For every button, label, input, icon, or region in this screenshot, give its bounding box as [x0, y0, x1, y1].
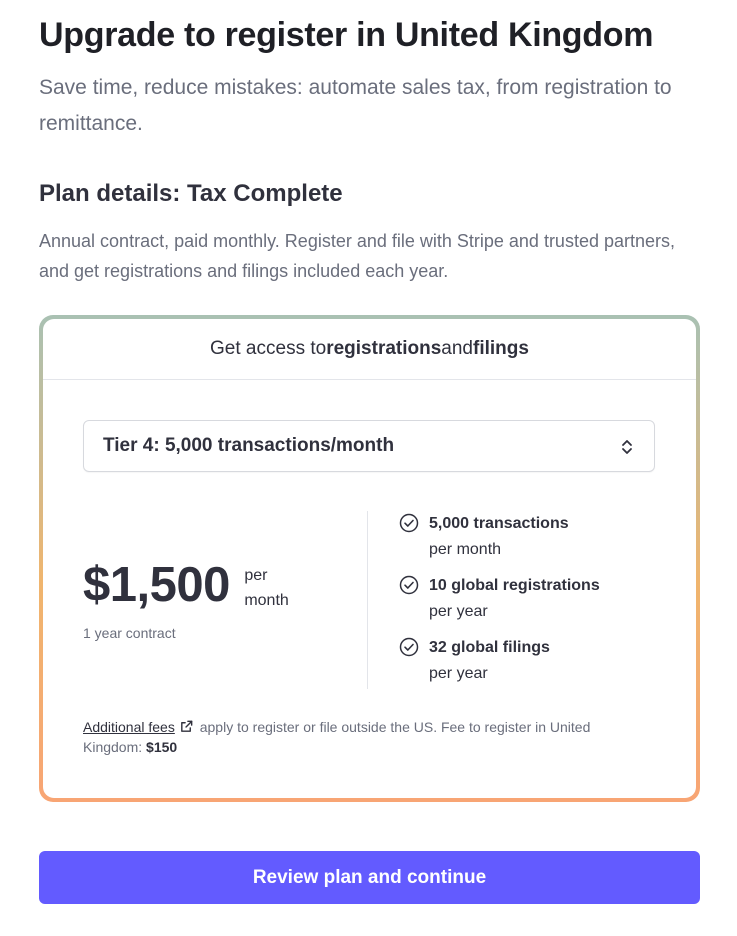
feature-sub: per year: [429, 665, 488, 682]
check-circle-icon: [399, 575, 419, 595]
price-block: $1,500 per month: [83, 557, 289, 613]
price-period-month: month: [244, 592, 289, 609]
check-circle-icon: [399, 637, 419, 657]
contract-term: 1 year contract: [83, 625, 176, 641]
feature-main: 10 global registrations: [429, 577, 600, 594]
page-title: Upgrade to register in United Kingdom: [39, 16, 654, 54]
tier-select[interactable]: Tier 4: 5,000 transactions/month: [83, 420, 655, 472]
additional-fees-link[interactable]: Additional fees: [83, 719, 175, 735]
additional-fees-note: Additional fees apply to register or fil…: [83, 717, 643, 757]
review-plan-button[interactable]: Review plan and continue: [39, 851, 700, 904]
plan-card: Get access to registrations and filings …: [39, 315, 700, 802]
plan-card-body: Get access to registrations and filings …: [43, 319, 696, 798]
price-amount: $1,500: [83, 558, 230, 612]
feature-main: 5,000 transactions: [429, 515, 569, 532]
plan-title: Plan details: Tax Complete: [39, 180, 343, 207]
card-header: Get access to registrations and filings: [43, 319, 696, 380]
card-header-filings: filings: [473, 338, 529, 359]
plan-description: Annual contract, paid monthly. Register …: [39, 231, 676, 281]
feature-item: 5,000 transactions per month: [399, 511, 649, 563]
vertical-divider: [367, 511, 368, 689]
card-header-and: and: [441, 338, 473, 359]
feature-main: 32 global filings: [429, 639, 550, 656]
chevron-up-down-icon: [622, 440, 632, 454]
fees-amount: $150: [146, 739, 178, 755]
tier-select-value: Tier 4: 5,000 transactions/month: [103, 435, 395, 456]
card-header-prefix: Get access to: [210, 338, 327, 359]
feature-item: 32 global filings per year: [399, 635, 649, 687]
card-header-registrations: registrations: [326, 338, 442, 359]
price-period-per: per: [244, 567, 268, 584]
feature-list: 5,000 transactions per month 10 global r…: [399, 511, 649, 697]
feature-item: 10 global registrations per year: [399, 573, 649, 625]
feature-sub: per year: [429, 603, 488, 620]
external-link-icon[interactable]: [179, 719, 194, 734]
page-subtitle: Save time, reduce mistakes: automate sal…: [39, 76, 672, 135]
price-period: per month: [244, 563, 288, 613]
check-circle-icon: [399, 513, 419, 533]
feature-sub: per month: [429, 541, 502, 558]
